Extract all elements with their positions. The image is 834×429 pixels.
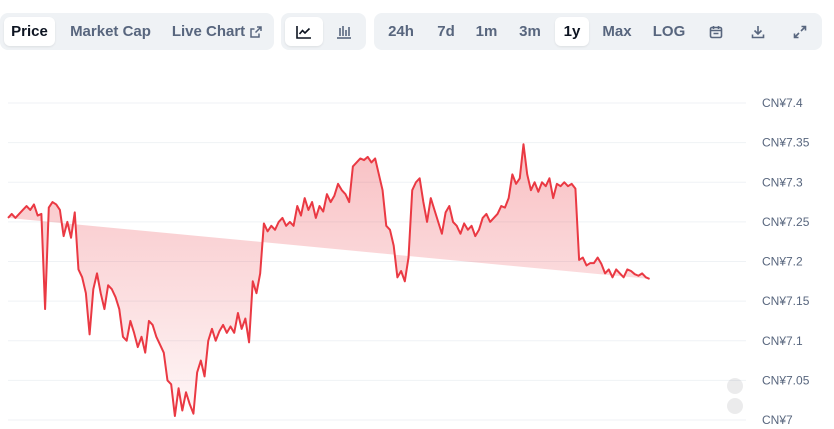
y-tick-label: CN¥7.35 (762, 136, 810, 150)
y-tick-label: CN¥7.25 (762, 215, 810, 229)
y-axis: CN¥7.4 CN¥7.35 CN¥7.3 CN¥7.25 CN¥7.2 CN¥7.15 C… (762, 96, 810, 427)
price-chart: CN¥7.4 CN¥7.35 CN¥7.3 CN¥7.25 CN¥7.2 CN¥7.15 C… (7, 96, 810, 427)
watermark-logo (724, 376, 746, 416)
y-tick-label: CN¥7 (762, 413, 793, 427)
y-tick-label: CN¥7.3 (762, 175, 803, 189)
y-tick-label: CN¥7.05 (762, 373, 810, 387)
price-area (8, 144, 650, 417)
y-tick-label: CN¥7.15 (762, 294, 810, 308)
y-tick-label: CN¥7.1 (762, 334, 803, 348)
y-tick-label: CN¥7.4 (762, 96, 803, 110)
y-tick-label: CN¥7.2 (762, 255, 803, 269)
